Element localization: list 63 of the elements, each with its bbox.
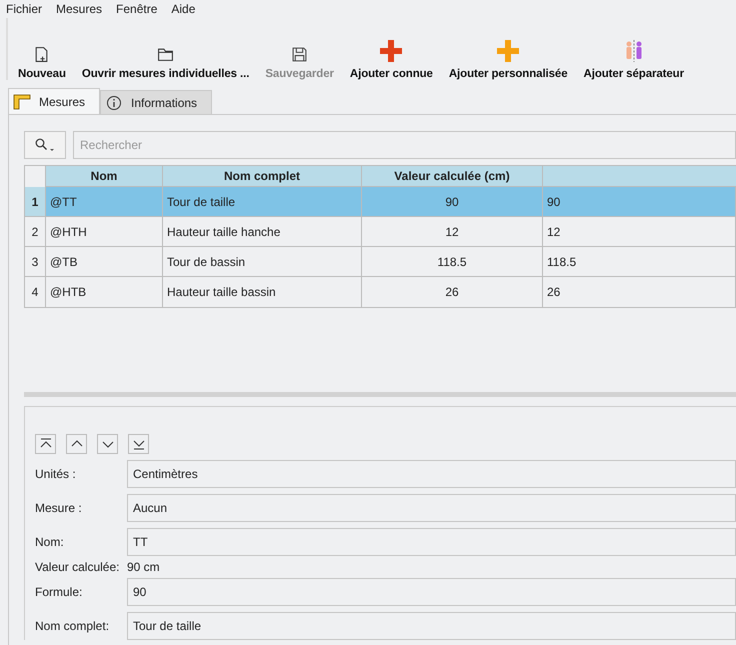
move-top-button[interactable] <box>35 434 56 454</box>
value-text: 90 cm <box>127 560 160 574</box>
save-icon <box>291 46 308 63</box>
field-label: Mesure : <box>35 501 83 515</box>
field-label: Nom complet: <box>35 619 110 633</box>
table-cell: Tour de taille <box>163 187 362 217</box>
table-cell: 90 <box>362 187 543 217</box>
table-cell: @HTH <box>46 217 163 247</box>
table-cell: @TB <box>46 247 163 277</box>
table-cell: 26 <box>543 277 736 307</box>
menu-item[interactable]: Fichier <box>6 2 42 16</box>
table-row[interactable]: 3 @TB Tour de bassin 118.5 118.5 <box>25 247 736 277</box>
move-bottom-button[interactable] <box>128 434 149 454</box>
tab[interactable]: Mesures <box>8 88 100 114</box>
field-label: Unités : <box>35 467 77 481</box>
toolbar-button[interactable]: Ouvrir mesures individuelles ... <box>74 30 258 80</box>
table-cell: 118.5 <box>543 247 736 277</box>
input-field[interactable]: Centimètres <box>127 460 736 488</box>
table-row[interactable]: 2 @HTH Hauteur taille hanche 12 12 <box>25 217 736 247</box>
input-field[interactable]: Aucun <box>127 494 736 522</box>
toolbar-button[interactable]: Ajouter séparateur <box>576 30 692 80</box>
table-cell: @TT <box>46 187 163 217</box>
table-cell: 118.5 <box>362 247 543 277</box>
field-label: Valeur calculée: <box>35 560 120 574</box>
table-row[interactable]: 1 @TT Tour de taille 90 90 <box>25 187 736 217</box>
table-cell: @HTB <box>46 277 163 307</box>
menu-item[interactable]: Mesures <box>56 2 102 16</box>
table-cell: Hauteur taille hanche <box>163 217 362 247</box>
toolbar-button[interactable]: Nouveau <box>10 30 74 80</box>
search-options-button[interactable] <box>24 131 66 159</box>
chevron-up-icon <box>38 438 52 450</box>
tab[interactable]: Informations <box>100 90 212 114</box>
folder-icon <box>157 46 174 63</box>
row-number: 1 <box>25 187 46 217</box>
row-number: 2 <box>25 217 46 247</box>
table-cell: 12 <box>543 217 736 247</box>
move-up-button[interactable] <box>66 434 87 454</box>
info-icon <box>105 94 124 110</box>
move-down-button[interactable] <box>97 434 118 454</box>
new-file-icon <box>33 46 50 63</box>
search-field[interactable]: Rechercher <box>73 131 736 159</box>
menu-item[interactable]: Fenêtre <box>116 2 158 16</box>
field-label: Formule: <box>35 585 84 599</box>
row-number: 4 <box>25 277 46 307</box>
chevron-down-icon <box>132 438 146 450</box>
plus-icon <box>379 39 404 63</box>
table-cell: 12 <box>362 217 543 247</box>
ruler-icon <box>13 94 31 110</box>
table-cell: 26 <box>362 277 543 307</box>
table-row[interactable]: 4 @HTB Hauteur taille bassin 26 26 <box>25 277 736 307</box>
search-icon <box>34 137 56 153</box>
input-field[interactable]: Tour de taille <box>127 612 736 640</box>
input-field[interactable]: 90 <box>127 578 736 606</box>
toolbar-button[interactable]: Ajouter connue <box>342 30 441 80</box>
field-label: Nom: <box>35 535 65 549</box>
table-cell: Hauteur taille bassin <box>163 277 362 307</box>
table-cell: 90 <box>543 187 736 217</box>
input-field[interactable]: TT <box>127 528 736 556</box>
table-cell: Tour de bassin <box>163 247 362 277</box>
row-number: 3 <box>25 247 46 277</box>
plus-icon <box>496 39 520 63</box>
toolbar-button[interactable]: Ajouter personnalisée <box>440 30 576 80</box>
menu-item[interactable]: Aide <box>171 2 196 16</box>
